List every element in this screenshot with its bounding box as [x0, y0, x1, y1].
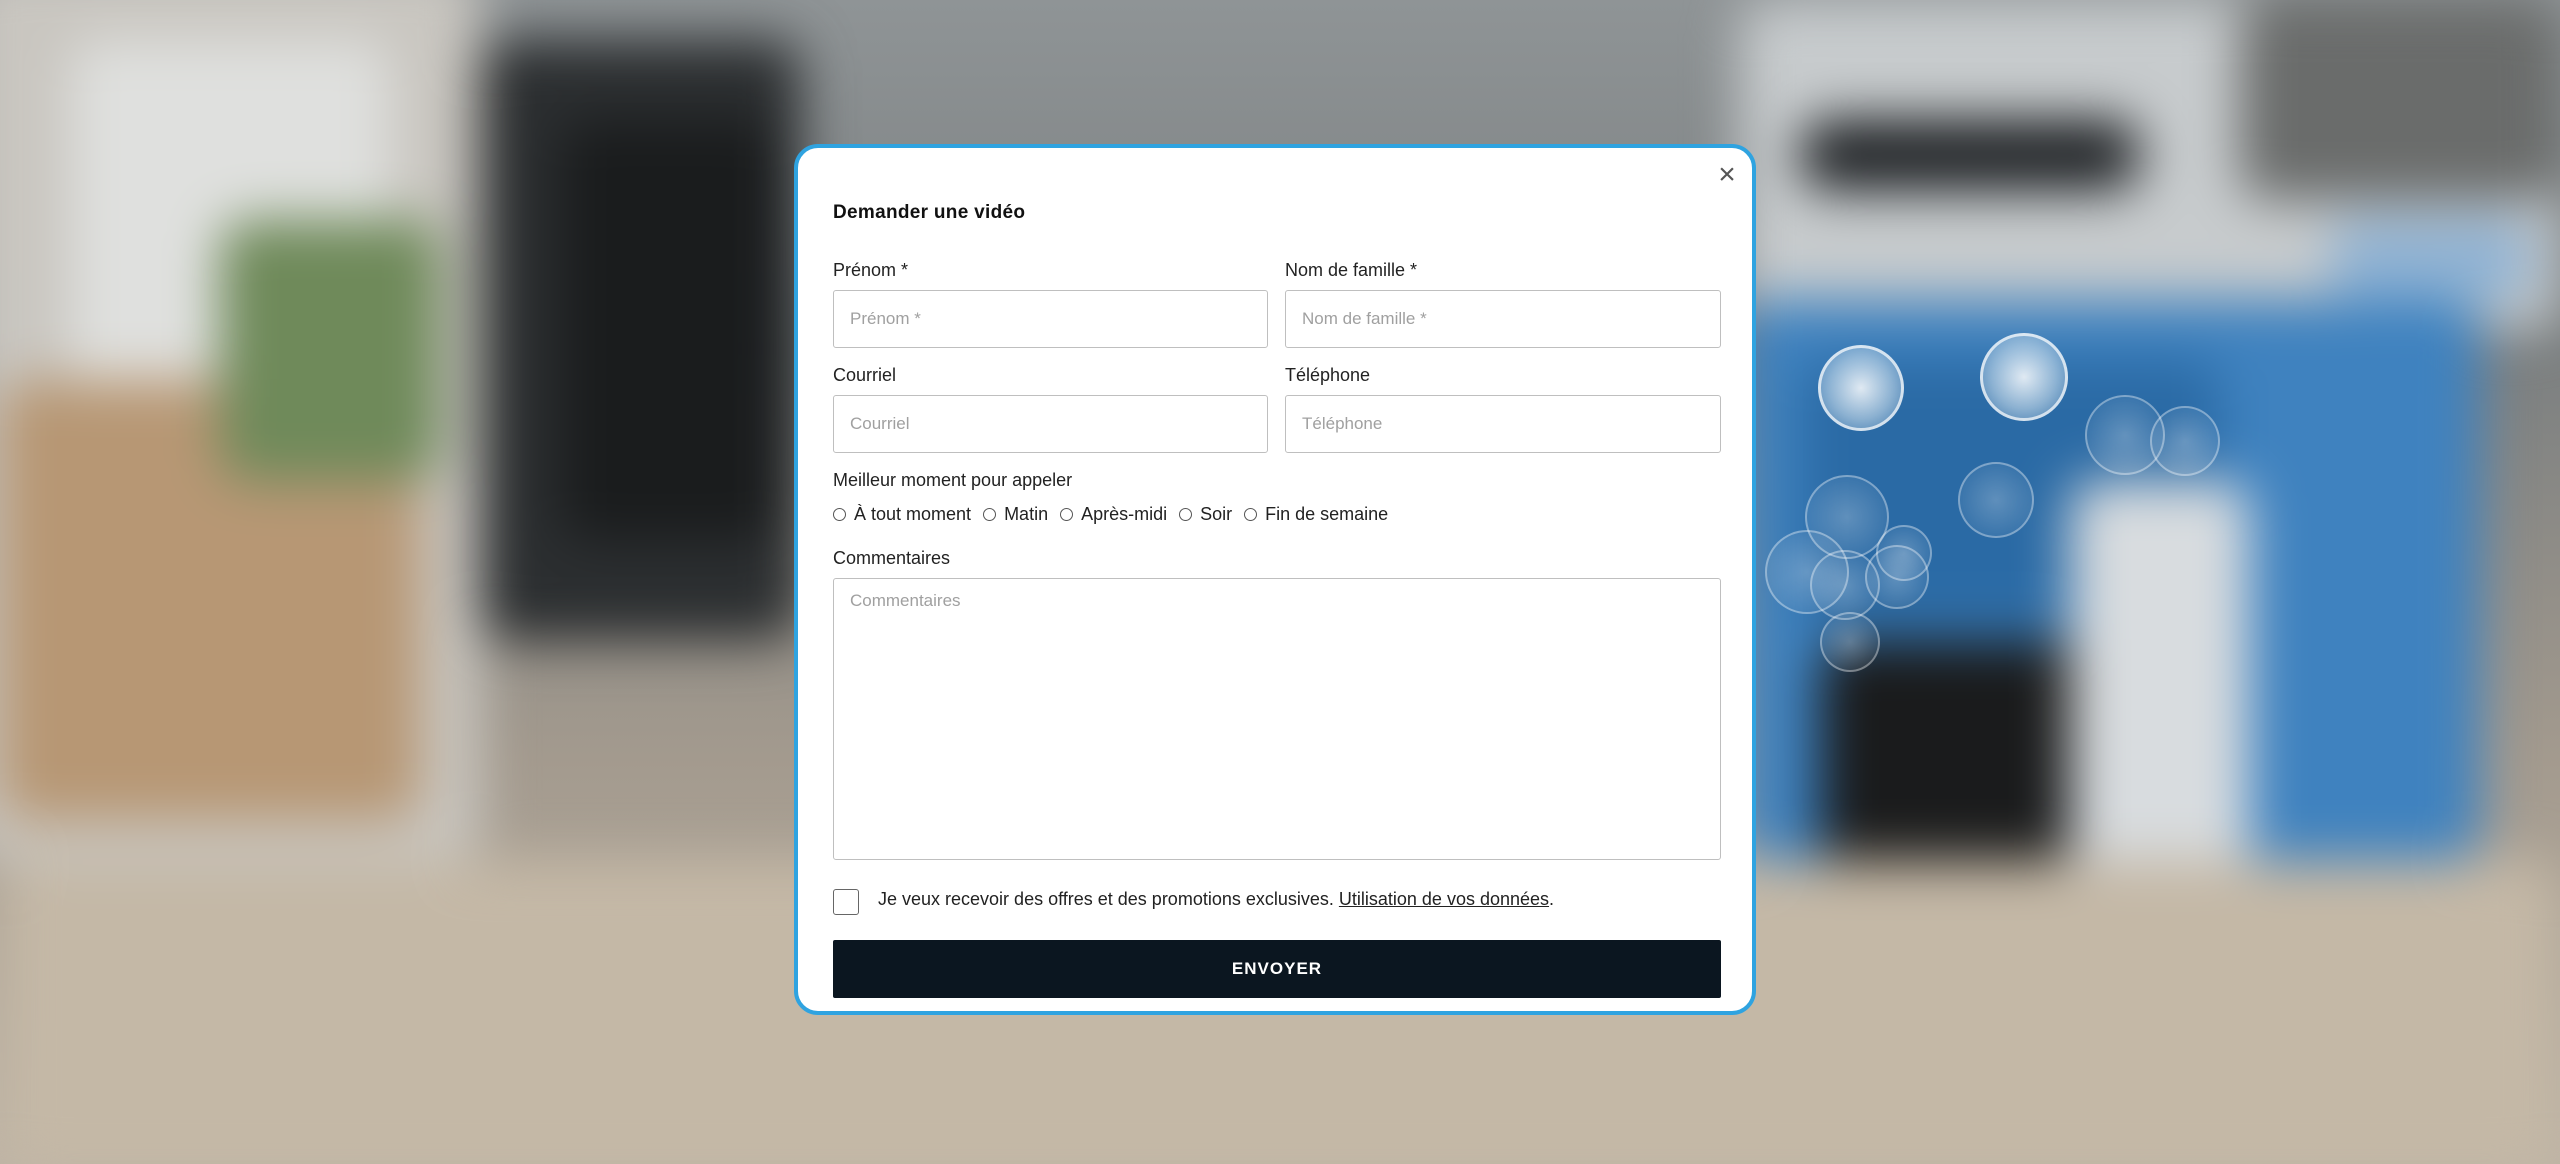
submit-button[interactable]: ENVOYER	[833, 940, 1721, 998]
radio-circle-icon[interactable]	[833, 508, 846, 521]
email-input[interactable]	[833, 395, 1268, 453]
phone-label: Téléphone	[1285, 365, 1371, 385]
radio-circle-icon[interactable]	[1244, 508, 1258, 521]
first-name-input[interactable]	[833, 290, 1268, 348]
radio-label: Soir	[1200, 504, 1233, 524]
radio-evening[interactable]: Soir	[1179, 504, 1232, 525]
last-name-input[interactable]	[1285, 290, 1721, 348]
last-name-label: Nom de famille *	[1285, 260, 1418, 280]
radio-afternoon[interactable]: Après-midi	[1060, 504, 1167, 525]
best-time-label: Meilleur moment pour appeler	[833, 470, 1073, 490]
radio-label: Fin de semaine	[1265, 504, 1389, 524]
radio-circle-icon[interactable]	[1179, 508, 1193, 521]
consent-suffix: .	[1549, 889, 1555, 909]
consent-text: Je veux recevoir des offres et des promo…	[878, 889, 1554, 910]
comments-textarea[interactable]	[833, 578, 1721, 860]
email-label: Courriel	[833, 365, 897, 385]
radio-label: Matin	[1004, 504, 1049, 524]
best-time-radio-group: À tout moment Matin Après-midi Soir Fin …	[833, 504, 1400, 525]
data-usage-link[interactable]: Utilisation de vos données	[1339, 889, 1549, 909]
phone-input[interactable]	[1285, 395, 1721, 453]
close-icon[interactable]: ×	[1712, 160, 1742, 190]
consent-checkbox[interactable]	[833, 889, 859, 915]
radio-morning[interactable]: Matin	[983, 504, 1048, 525]
radio-label: Après-midi	[1081, 504, 1168, 524]
modal-title: Demander une vidéo	[833, 202, 1026, 223]
consent-statement: Je veux recevoir des offres et des promo…	[878, 889, 1339, 909]
first-name-label: Prénom *	[833, 260, 909, 280]
radio-label: À tout moment	[854, 504, 972, 524]
radio-weekend[interactable]: Fin de semaine	[1244, 504, 1388, 525]
radio-anytime[interactable]: À tout moment	[833, 504, 971, 525]
radio-circle-icon[interactable]	[1060, 508, 1074, 521]
radio-circle-icon[interactable]	[983, 508, 997, 521]
request-video-modal: × Demander une vidéo Prénom * Nom de fam…	[794, 144, 1756, 1015]
comments-label: Commentaires	[833, 548, 951, 568]
